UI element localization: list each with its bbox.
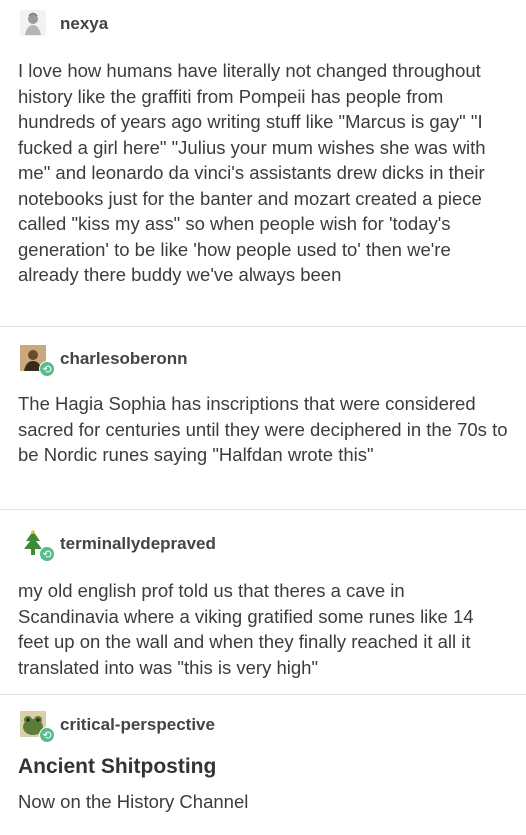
username[interactable]: charlesoberonn	[60, 349, 188, 369]
statue-icon	[20, 10, 46, 36]
post: nexya I love how humans have literally n…	[0, 0, 526, 326]
post-body: my old english prof told us that theres …	[18, 578, 508, 680]
post-body: I love how humans have literally not cha…	[18, 58, 508, 288]
username[interactable]: nexya	[60, 14, 108, 34]
post-header: ⟲ terminallydepraved	[18, 524, 508, 564]
avatar[interactable]: ⟲	[18, 709, 55, 743]
post-text: my old english prof told us that theres …	[18, 580, 474, 678]
post-text: I love how humans have literally not cha…	[18, 60, 486, 285]
post: ⟲ terminallydepraved my old english prof…	[0, 509, 526, 694]
reblog-icon: ⟲	[39, 361, 55, 377]
avatar[interactable]: ⟲	[18, 343, 55, 377]
post-text: Now on the History Channel	[18, 791, 249, 812]
reblog-icon: ⟲	[39, 727, 55, 743]
post-header: ⟲ critical-perspective	[18, 705, 508, 745]
avatar[interactable]: ⟲	[18, 528, 55, 562]
post: ⟲ charlesoberonn The Hagia Sophia has in…	[0, 326, 526, 509]
username[interactable]: terminallydepraved	[60, 534, 216, 554]
post-header: nexya	[18, 4, 508, 44]
username[interactable]: critical-perspective	[60, 715, 215, 735]
post-header: ⟲ charlesoberonn	[18, 339, 508, 379]
post-body: The Hagia Sophia has inscriptions that w…	[18, 391, 508, 468]
post: ⟲ critical-perspective Ancient Shitposti…	[0, 694, 526, 835]
post-body: Now on the History Channel	[18, 789, 508, 815]
post-text: The Hagia Sophia has inscriptions that w…	[18, 393, 508, 465]
post-heading: Ancient Shitposting	[18, 755, 217, 778]
avatar[interactable]	[18, 8, 54, 40]
reblog-icon: ⟲	[39, 546, 55, 562]
